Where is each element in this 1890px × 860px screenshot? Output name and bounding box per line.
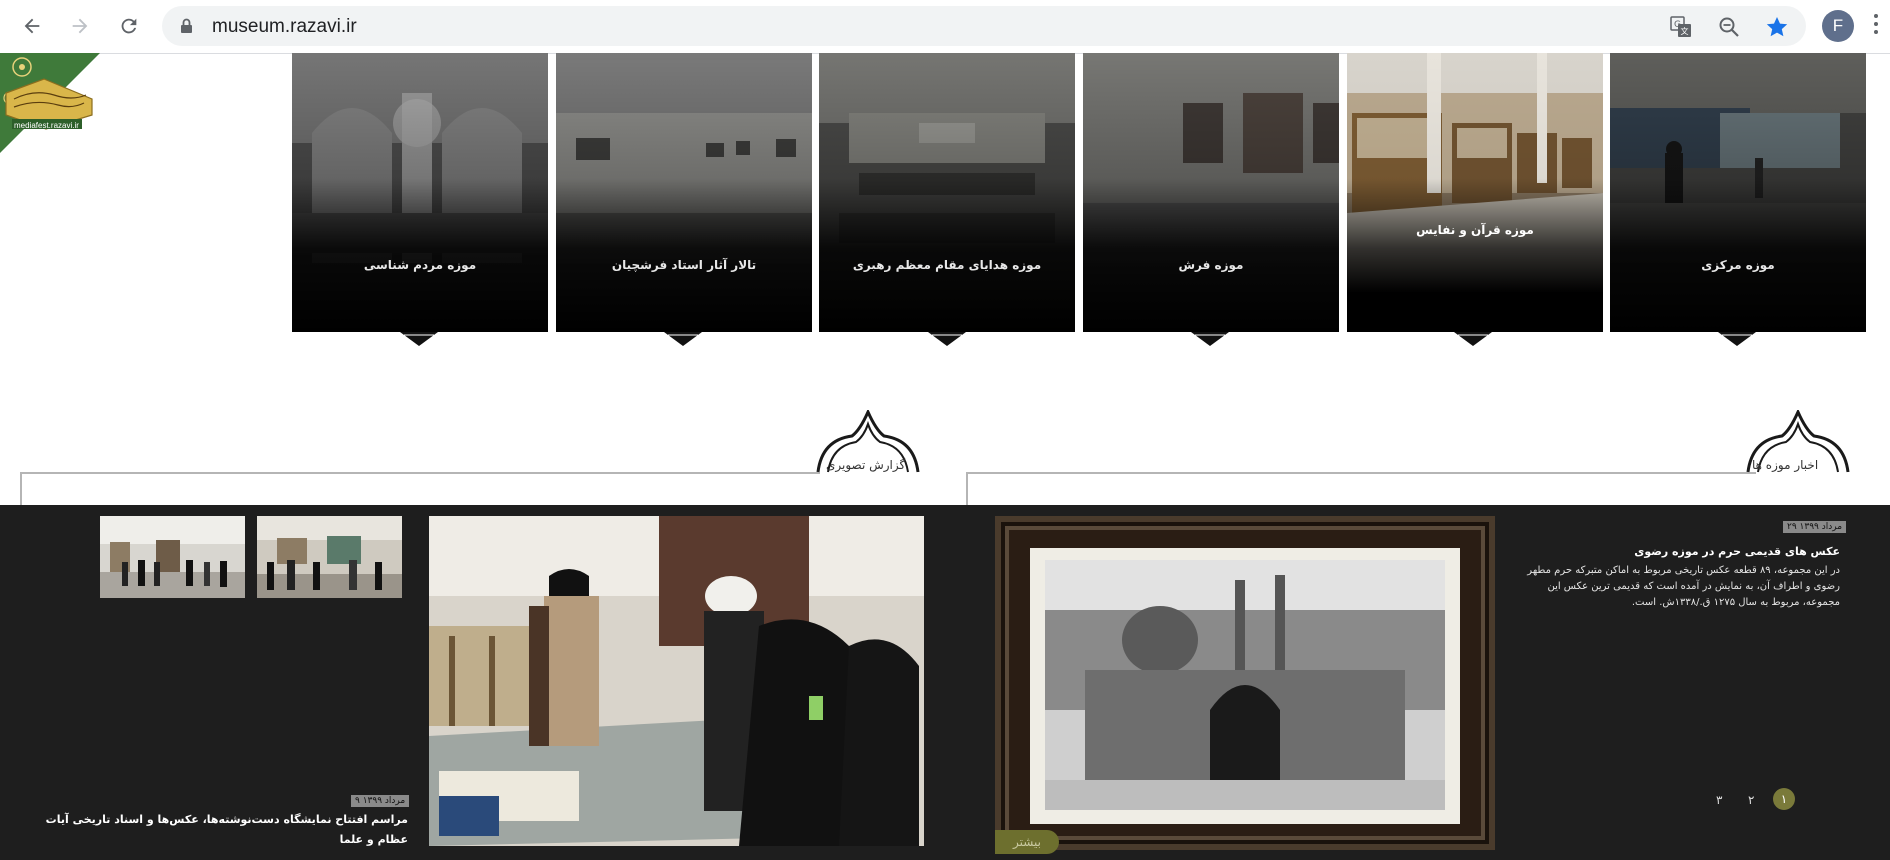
bookmark-star-icon[interactable] [1764,14,1790,40]
museum-cards: موزه مردم شناسی تالار آثار استاد فرشچیان… [292,53,1868,333]
url-text: museum.razavi.ir [212,16,357,37]
museum-name: تالار آثار استاد فرشچیان [611,258,757,272]
museum-card[interactable]: موزه مردم شناسی [292,53,548,332]
report-thumbnail[interactable] [100,516,245,598]
pager-page-3[interactable]: ۳ [1716,793,1722,807]
card-pin-icon [664,332,702,346]
site-logo[interactable]: mediafest.razavi.ir [0,53,100,153]
report-main-photo[interactable] [429,516,924,846]
news-header-line [966,472,1756,474]
news-photo-mat [1030,548,1460,824]
news-photo [1045,560,1445,810]
svg-text:文: 文 [1681,26,1689,36]
report-date: ۹ مرداد ۱۳۹۹ [351,795,410,807]
more-button[interactable]: بیشتر [995,830,1059,854]
zoom-out-icon[interactable] [1716,14,1742,40]
pager-page-2[interactable]: ۲ [1748,793,1754,807]
museum-name: موزه قرآن و نفایس [1416,223,1534,237]
reload-icon[interactable] [113,10,145,42]
news-body: در این مجموعه، ۸۹ قطعه عکس تاریخی مربوط … [1527,565,1840,608]
address-bar[interactable]: museum.razavi.ir G文 [162,6,1806,46]
news-section-title: اخبار موزه ها [1752,458,1819,472]
card-pin-icon [400,332,438,346]
museum-card-active[interactable]: موزه قرآن و نفایس [1347,53,1603,332]
museum-name: موزه مرکزی [1701,258,1775,272]
museum-card[interactable]: موزه هدایای مقام معظم رهبری [819,53,1075,332]
menu-icon[interactable] [1872,14,1880,38]
forward-icon[interactable] [64,10,96,42]
museum-card[interactable]: موزه فرش [1083,53,1339,332]
report-header-line [20,472,820,474]
card-pin-icon [1718,332,1756,346]
news-title[interactable]: عکس های قدیمی حرم در موزه رضوی [1510,545,1840,558]
museum-name: موزه مردم شناسی [363,258,477,272]
card-pin-icon [1454,332,1492,346]
museum-card[interactable]: تالار آثار استاد فرشچیان [556,53,812,332]
museum-card[interactable]: موزه مرکزی [1610,53,1866,332]
news-date: ۲۹ مرداد ۱۳۹۹ [1783,521,1847,533]
report-thumbnail[interactable] [257,516,402,598]
report-section-title: گزارش تصویری [826,458,906,472]
museum-name: موزه هدایای مقام معظم رهبری [852,258,1042,272]
back-icon[interactable] [16,10,48,42]
logo-caption: mediafest.razavi.ir [14,121,79,130]
card-pin-icon [928,332,966,346]
profile-avatar[interactable]: F [1822,10,1854,42]
report-title[interactable]: مراسم افتتاح نمایشگاه دست‌نوشته‌ها، عکس‌… [36,810,408,850]
card-pin-icon [1191,332,1229,346]
translate-icon[interactable]: G文 [1668,14,1694,40]
pager-page-1[interactable]: ۱ [1773,788,1795,810]
news-framed-photo[interactable] [995,516,1495,850]
browser-toolbar: museum.razavi.ir G文 F [0,0,1890,54]
museum-name: موزه فرش [1178,258,1244,272]
lock-icon [180,18,193,38]
